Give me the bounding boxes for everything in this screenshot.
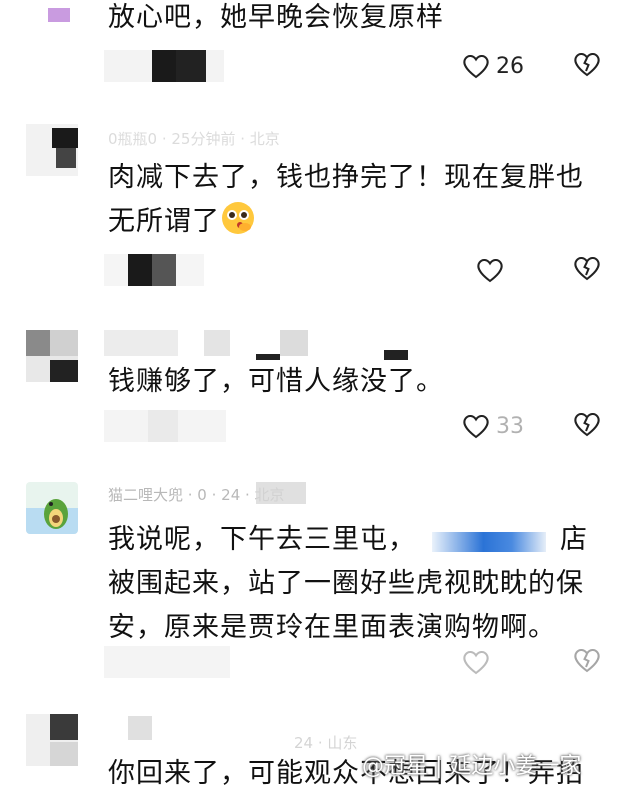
like-button[interactable]: 26	[462, 50, 524, 82]
avatar	[26, 714, 78, 766]
username-blur	[128, 716, 152, 740]
comment-text-line: 肉减下去了，钱也挣完了！现在复胖也	[108, 162, 584, 193]
comment-text-line: 我说呢，下午去三里屯， 店	[108, 518, 608, 562]
comment-text-segment: 店	[560, 524, 588, 555]
comment-text: 钱赚够了，可惜人缘没了。	[108, 366, 444, 397]
comment-text: 我说呢，下午去三里屯， 店 被围起来，站了一圈好些虎视眈眈的保 安，原来是贾玲在…	[108, 518, 608, 650]
like-button[interactable]	[476, 254, 532, 286]
like-count: 33	[496, 413, 524, 439]
dislike-button[interactable]	[572, 646, 604, 678]
username-blur	[384, 350, 408, 360]
comment-text-line: 被围起来，站了一圈好些虎视眈眈的保	[108, 568, 584, 599]
avatar	[26, 482, 78, 534]
dislike-button[interactable]	[572, 254, 604, 286]
like-button[interactable]: 33	[462, 410, 524, 442]
dislike-button[interactable]	[572, 50, 604, 82]
broken-heart-icon	[572, 410, 604, 438]
broken-heart-icon	[572, 646, 604, 674]
watermark-text: @冠星 | 延边小姜一家	[362, 754, 582, 779]
heart-icon	[462, 53, 490, 79]
comment-meta: 0瓶瓶0 · 25分钟前 · 北京	[108, 130, 280, 146]
comment-text-line: 安，原来是贾玲在里面表演购物啊。	[108, 612, 556, 643]
heart-icon	[476, 257, 504, 283]
avatar	[26, 124, 78, 176]
comment-text: 放心吧，她早晚会恢复原样	[108, 2, 444, 33]
comment-text-line: 无所谓了	[108, 200, 608, 244]
redacted-block	[432, 532, 546, 552]
comment-text-segment: 无所谓了	[108, 206, 220, 237]
broken-heart-icon	[572, 254, 604, 282]
heart-icon	[462, 649, 490, 675]
heart-icon	[462, 413, 490, 439]
meta-blur	[256, 482, 306, 504]
dislike-button[interactable]	[572, 410, 604, 442]
broken-heart-icon	[572, 50, 604, 78]
pleading-face-emoji-icon	[220, 200, 256, 236]
avatar-fragment	[48, 8, 70, 22]
like-count: 26	[496, 53, 524, 79]
like-button[interactable]	[462, 646, 518, 678]
comment-meta	[108, 334, 338, 352]
comment-text: 肉减下去了，钱也挣完了！现在复胖也 无所谓了	[108, 156, 608, 244]
comment-text-segment: 我说呢，下午去三里屯，	[108, 524, 416, 555]
avatar	[26, 330, 78, 382]
